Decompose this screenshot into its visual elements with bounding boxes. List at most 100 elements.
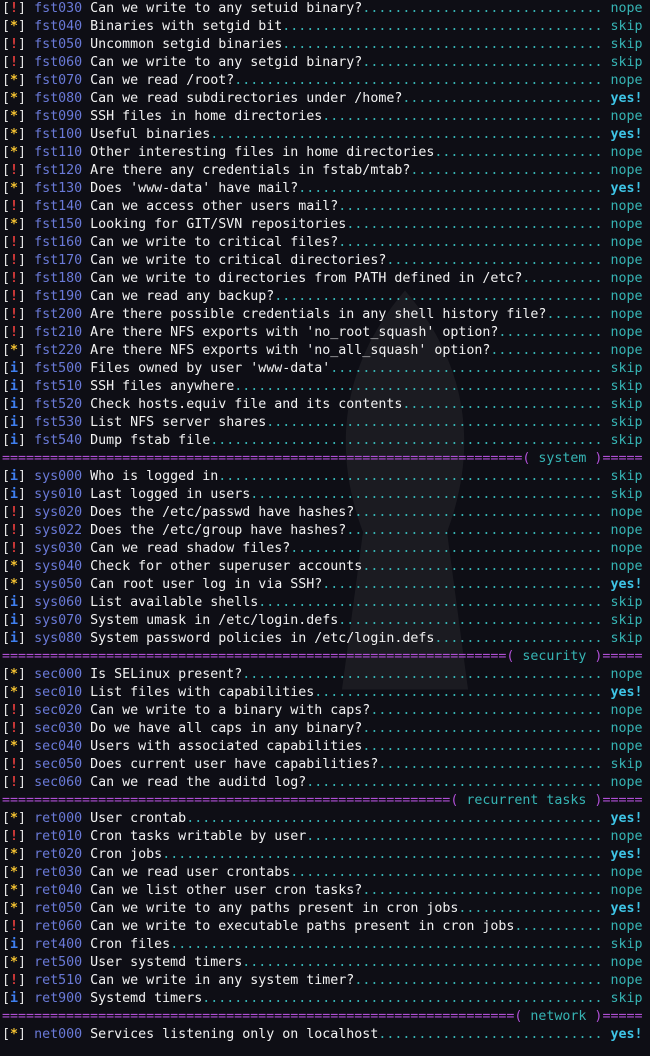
bracket-close: ] bbox=[18, 775, 27, 790]
check-description: Looking for GIT/SVN repositories bbox=[90, 217, 347, 232]
severity-tag: i bbox=[10, 379, 19, 394]
check-row: [i] sys080 System password policies in /… bbox=[0, 630, 650, 648]
bracket-close: ] bbox=[18, 847, 27, 862]
section-rule-left: ========================================… bbox=[2, 793, 451, 808]
bracket-close: ] bbox=[18, 361, 27, 376]
check-row: [i] fst530 List NFS server shares.......… bbox=[0, 414, 650, 432]
bracket-close: ] bbox=[18, 811, 27, 826]
bracket-open: [ bbox=[2, 19, 11, 34]
severity-tag: i bbox=[10, 361, 19, 376]
check-result: yes! bbox=[610, 811, 643, 826]
bracket-open: [ bbox=[2, 613, 11, 628]
check-row: [!] fst200 Are there possible credential… bbox=[0, 306, 650, 324]
bracket-close: ] bbox=[18, 901, 27, 916]
leader-dots: ....................................... bbox=[290, 541, 603, 556]
leader-dots: .............................. bbox=[362, 739, 603, 754]
check-result: yes! bbox=[610, 577, 643, 592]
severity-tag: * bbox=[10, 865, 19, 880]
severity-tag: ! bbox=[10, 919, 19, 934]
leader-dots: ........................................… bbox=[218, 469, 603, 484]
check-description: Does the /etc/group have hashes? bbox=[90, 523, 347, 538]
bracket-open: [ bbox=[2, 937, 11, 952]
check-description: Cron tasks writable by user bbox=[90, 829, 307, 844]
leader-dots: ............................... bbox=[354, 973, 603, 988]
severity-tag: i bbox=[10, 397, 19, 412]
check-row: [!] ret510 Can we write in any system ti… bbox=[0, 972, 650, 990]
check-row: [i] sys070 System umask in /etc/login.de… bbox=[0, 612, 650, 630]
check-code: fst040 bbox=[34, 19, 83, 34]
bracket-open: [ bbox=[2, 37, 11, 52]
bracket-close: ] bbox=[18, 829, 27, 844]
check-row: [!] ret060 Can we write to executable pa… bbox=[0, 918, 650, 936]
check-result: nope bbox=[610, 217, 643, 232]
bracket-open: [ bbox=[2, 199, 11, 214]
check-code: sec050 bbox=[34, 757, 83, 772]
bracket-open: [ bbox=[2, 685, 11, 700]
check-row: [!] fst060 Can we write to any setgid bi… bbox=[0, 54, 650, 72]
bracket-open: [ bbox=[2, 775, 11, 790]
check-code: fst160 bbox=[34, 235, 83, 250]
leader-dots: ............................ bbox=[378, 1027, 603, 1042]
check-description: Are there NFS exports with 'no_root_squa… bbox=[90, 325, 499, 340]
severity-tag: * bbox=[10, 19, 19, 34]
check-description: Can we access other users mail? bbox=[90, 199, 339, 214]
check-row: [*] sec000 Is SELinux present?..........… bbox=[0, 666, 650, 684]
bracket-open: [ bbox=[2, 541, 11, 556]
severity-tag: i bbox=[10, 613, 19, 628]
severity-tag: * bbox=[10, 73, 19, 88]
bracket-open: [ bbox=[2, 181, 11, 196]
severity-tag: * bbox=[10, 343, 19, 358]
check-row: [i] sys060 List available shells........… bbox=[0, 594, 650, 612]
check-code: sys040 bbox=[34, 559, 83, 574]
terminal-window[interactable]: [!] fst030 Can we write to any setuid bi… bbox=[0, 0, 650, 1056]
check-result: nope bbox=[610, 721, 643, 736]
leader-dots: ........................................… bbox=[210, 433, 603, 448]
bracket-close: ] bbox=[18, 199, 27, 214]
bracket-open: [ bbox=[2, 865, 11, 880]
check-result: nope bbox=[610, 505, 643, 520]
check-row: [*] fst220 Are there NFS exports with 'n… bbox=[0, 342, 650, 360]
severity-tag: * bbox=[10, 847, 19, 862]
check-code: fst220 bbox=[34, 343, 83, 358]
bracket-close: ] bbox=[18, 937, 27, 952]
check-code: fst030 bbox=[34, 1, 83, 16]
severity-tag: ! bbox=[10, 325, 19, 340]
leader-dots: ........................................… bbox=[170, 937, 603, 952]
check-description: Can we read shadow files? bbox=[90, 541, 291, 556]
bracket-close: ] bbox=[18, 757, 27, 772]
bracket-close: ] bbox=[18, 289, 27, 304]
check-row: [!] fst160 Can we write to critical file… bbox=[0, 234, 650, 252]
check-description: Can we list other user cron tasks? bbox=[90, 883, 363, 898]
severity-tag: i bbox=[10, 487, 19, 502]
check-row: [*] sys040 Check for other superuser acc… bbox=[0, 558, 650, 576]
check-result: nope bbox=[610, 253, 643, 268]
check-description: SSH files anywhere bbox=[90, 379, 235, 394]
severity-tag: ! bbox=[10, 541, 19, 556]
check-description: Can we write to directories from PATH de… bbox=[90, 271, 523, 286]
bracket-open: [ bbox=[2, 1027, 11, 1042]
check-result: yes! bbox=[610, 91, 643, 106]
severity-tag: * bbox=[10, 739, 19, 754]
check-code: fst210 bbox=[34, 325, 83, 340]
check-code: fst100 bbox=[34, 127, 83, 142]
check-code: fst150 bbox=[34, 217, 83, 232]
check-description: Do we have all caps in any binary? bbox=[90, 721, 363, 736]
bracket-open: [ bbox=[2, 631, 11, 646]
severity-tag: i bbox=[10, 991, 19, 1006]
check-row: [*] fst040 Binaries with setgid bit.....… bbox=[0, 18, 650, 36]
check-description: Are there any credentials in fstab/mtab? bbox=[90, 163, 411, 178]
bracket-close: ] bbox=[18, 685, 27, 700]
check-description: System password policies in /etc/login.d… bbox=[90, 631, 435, 646]
severity-tag: * bbox=[10, 109, 19, 124]
check-description: Cron files bbox=[90, 937, 171, 952]
leader-dots: .............................. bbox=[362, 55, 603, 70]
check-result: skip bbox=[610, 757, 643, 772]
leader-dots: ................................ bbox=[346, 217, 603, 232]
check-row: [!] fst030 Can we write to any setuid bi… bbox=[0, 0, 650, 18]
bracket-open: [ bbox=[2, 397, 11, 412]
terminal-output: [!] fst030 Can we write to any setuid bi… bbox=[0, 0, 650, 1044]
leader-dots: ............................. bbox=[370, 703, 603, 718]
bracket-close: ] bbox=[18, 325, 27, 340]
check-row: [*] sec040 Users with associated capabil… bbox=[0, 738, 650, 756]
bracket-close: ] bbox=[18, 721, 27, 736]
